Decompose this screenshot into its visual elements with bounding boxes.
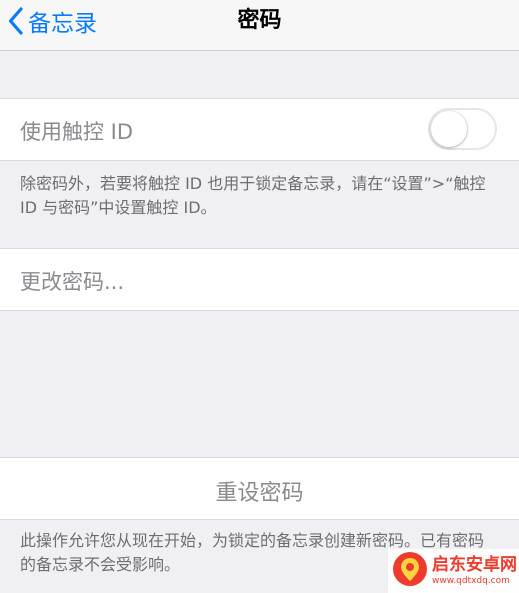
watermark: 启东安卓网 www.qdtxdq.com [388, 549, 519, 593]
reset-password-label: 重设密码 [215, 481, 304, 506]
touch-id-label: 使用触控 ID [20, 120, 134, 144]
page-title: 密码 [237, 8, 282, 33]
watermark-title: 启东安卓网 [432, 555, 517, 575]
touch-id-footer: 除密码外，若要将触控 ID 也用于锁定备忘录，请在“设置”>“触控 ID 与密码… [20, 174, 486, 217]
touch-id-toggle[interactable] [428, 108, 497, 150]
reset-password-button[interactable]: 重设密码 [0, 457, 519, 520]
toggle-knob [431, 111, 467, 147]
touch-id-row: 使用触控 ID [0, 98, 519, 161]
watermark-logo-icon [392, 551, 428, 591]
change-password-label: 更改密码... [20, 270, 125, 294]
change-password-row[interactable]: 更改密码... [0, 248, 519, 311]
watermark-url: www.qdtxdq.com [432, 576, 510, 586]
navigation-bar: 备忘录 密码 [0, 0, 519, 51]
